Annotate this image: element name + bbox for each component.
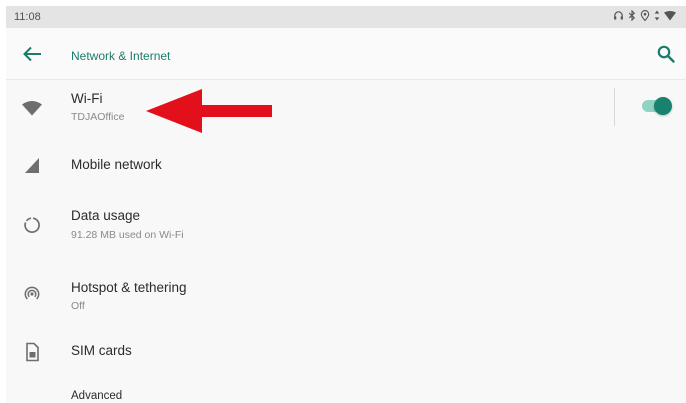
setting-item-data-usage[interactable]: Data usage 91.28 MB used on Wi-Fi	[6, 194, 686, 256]
settings-screen: 11:08 Network & Internet Wi-Fi TDJAOffic…	[6, 6, 686, 403]
status-time: 11:08	[14, 11, 41, 23]
setting-label: SIM cards	[71, 343, 132, 358]
data-transfer-icon	[654, 10, 660, 21]
status-icons	[613, 10, 676, 21]
annotation-arrow	[146, 89, 272, 133]
setting-label: Wi-Fi	[71, 91, 103, 106]
chevron-down-icon	[20, 398, 44, 403]
hotspot-icon	[20, 281, 44, 305]
setting-summary: Off	[71, 300, 85, 312]
setting-item-advanced[interactable]: Advanced	[6, 380, 686, 403]
search-icon[interactable]	[656, 44, 676, 64]
setting-summary: 91.28 MB used on Wi-Fi	[71, 229, 184, 241]
bluetooth-icon	[628, 10, 636, 21]
headphones-icon	[614, 11, 623, 20]
setting-label: Advanced	[71, 390, 123, 402]
arrow-left-icon[interactable]	[20, 44, 44, 64]
setting-label: Hotspot & tethering	[71, 280, 187, 295]
location-icon	[640, 10, 650, 21]
setting-item-wifi[interactable]: Wi-Fi TDJAOffice	[6, 80, 686, 136]
setting-item-mobile-network[interactable]: Mobile network	[6, 136, 686, 194]
setting-item-sim-cards[interactable]: SIM cards	[6, 324, 686, 380]
wifi-icon	[20, 96, 44, 120]
setting-label: Mobile network	[71, 157, 162, 172]
sim-card-icon	[20, 340, 44, 364]
page-title: Network & Internet	[71, 49, 171, 63]
app-bar: Network & Internet	[6, 28, 686, 80]
wifi-signal-icon	[664, 10, 676, 20]
setting-item-hotspot[interactable]: Hotspot & tethering Off	[6, 256, 686, 324]
wifi-toggle[interactable]	[640, 95, 674, 117]
row-divider	[614, 88, 615, 126]
status-bar: 11:08	[6, 6, 686, 28]
toggle-thumb	[654, 97, 672, 115]
setting-label: Data usage	[71, 208, 141, 223]
setting-summary: TDJAOffice	[71, 111, 125, 123]
data-usage-icon	[20, 213, 44, 237]
cell-signal-icon	[20, 153, 44, 177]
